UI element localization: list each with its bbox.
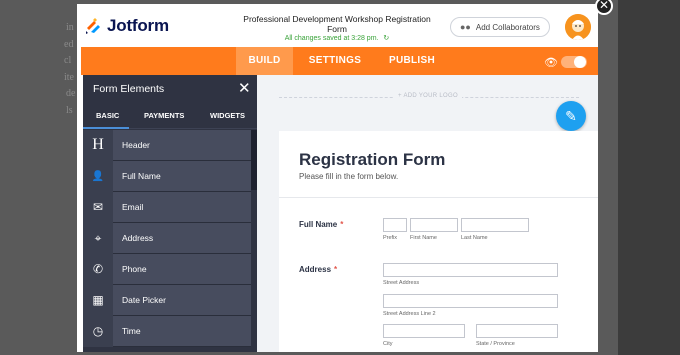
- element-label: Header: [122, 140, 150, 150]
- save-status: All changes saved at 3:28 pm. ↻: [237, 34, 437, 42]
- clock-icon: ◷: [83, 315, 113, 347]
- element-label: Phone: [122, 264, 147, 274]
- form-designer-button[interactable]: ✎: [556, 101, 586, 131]
- paint-roller-icon: ✎: [565, 107, 577, 124]
- tab-publish[interactable]: PUBLISH: [383, 47, 441, 75]
- element-label: Time: [122, 326, 141, 336]
- save-status-text: All changes saved at 3:28 pm.: [284, 35, 379, 42]
- element-header[interactable]: H Header: [83, 129, 251, 161]
- backdrop-right-pane: [618, 0, 680, 355]
- toggle-knob: [574, 56, 586, 68]
- street-address-line2-input[interactable]: [383, 294, 558, 308]
- state-sublabel: State / Province: [476, 341, 515, 347]
- panel-header: Form Elements ✕: [83, 75, 257, 102]
- element-label: Email: [122, 202, 144, 212]
- divider: [279, 197, 598, 198]
- envelope-icon: ✉: [83, 191, 113, 223]
- tab-widgets[interactable]: WIDGETS: [210, 111, 245, 120]
- element-label: Date Picker: [122, 295, 166, 305]
- street-address-line2-sublabel: Street Address Line 2: [383, 311, 436, 317]
- builder-modal: Jotform Professional Development Worksho…: [77, 4, 598, 352]
- jotform-logo[interactable]: Jotform: [85, 16, 169, 36]
- backdrop-text: ls: [66, 105, 73, 116]
- backdrop-text: de: [66, 88, 76, 99]
- backdrop-text: ed: [64, 39, 74, 50]
- element-email[interactable]: ✉ Email: [83, 191, 251, 223]
- element-date-picker[interactable]: ▦ Date Picker: [83, 284, 251, 316]
- full-name-label-text: Full Name: [299, 220, 338, 229]
- backdrop-text: ite: [64, 72, 74, 83]
- prefix-sublabel: Prefix: [383, 235, 398, 241]
- add-collaborators-label: Add Collaborators: [475, 22, 540, 32]
- form-card: Registration Form Please fill in the for…: [279, 131, 598, 352]
- street-address-input[interactable]: [383, 263, 558, 277]
- person-icon: 👤: [83, 160, 113, 192]
- city-input[interactable]: [383, 324, 465, 338]
- prefix-input[interactable]: [383, 218, 407, 232]
- avatar[interactable]: [565, 14, 591, 40]
- builder-nav: BUILD SETTINGS PUBLISH 👁: [81, 47, 598, 75]
- add-logo-label: + ADD YOUR LOGO: [394, 93, 462, 99]
- form-title[interactable]: Professional Development Workshop Regist…: [237, 14, 437, 34]
- first-name-sublabel: First Name: [410, 235, 437, 241]
- street-address-sublabel: Street Address: [383, 280, 420, 286]
- add-collaborators-button[interactable]: ●● Add Collaborators: [450, 17, 550, 37]
- tab-basic[interactable]: BASIC: [96, 111, 119, 120]
- preview-toggle[interactable]: [561, 56, 587, 68]
- address-label-text: Address: [299, 265, 332, 274]
- tab-settings[interactable]: SETTINGS: [303, 47, 367, 75]
- required-mark: *: [334, 265, 338, 274]
- add-logo-area[interactable]: + ADD YOUR LOGO: [279, 93, 579, 99]
- last-name-sublabel: Last Name: [461, 235, 488, 241]
- phone-icon: ✆: [83, 253, 113, 285]
- panel-tabs: BASIC PAYMENTS WIDGETS: [83, 102, 257, 129]
- backdrop-text: in: [66, 22, 74, 33]
- element-label: Full Name: [122, 171, 161, 181]
- element-label: Address: [122, 233, 154, 243]
- form-subheading[interactable]: Please fill in the form below.: [299, 172, 398, 181]
- form-canvas: + ADD YOUR LOGO ✎ Registration Form Plea…: [257, 75, 598, 352]
- tab-build[interactable]: BUILD: [236, 47, 293, 75]
- form-elements-panel: Form Elements ✕ BASIC PAYMENTS WIDGETS H…: [83, 75, 257, 352]
- state-input[interactable]: [476, 324, 558, 338]
- jotform-logo-icon: [86, 18, 100, 34]
- element-full-name[interactable]: 👤 Full Name: [83, 160, 251, 192]
- tab-payments[interactable]: PAYMENTS: [144, 111, 184, 120]
- full-name-label[interactable]: Full Name *: [299, 220, 343, 229]
- city-sublabel: City: [383, 341, 393, 347]
- top-header: Jotform Professional Development Worksho…: [77, 4, 598, 47]
- backdrop-text: cl: [64, 55, 72, 66]
- map-pin-icon: ⌖: [83, 222, 113, 254]
- element-time[interactable]: ◷ Time: [83, 315, 251, 347]
- panel-title: Form Elements: [93, 83, 165, 95]
- heading-icon: H: [83, 129, 113, 161]
- avatar-image: [565, 14, 591, 40]
- element-list: H Header 👤 Full Name ✉ Email ⌖ Address ✆…: [83, 129, 251, 347]
- element-phone[interactable]: ✆ Phone: [83, 253, 251, 285]
- form-heading[interactable]: Registration Form: [299, 150, 445, 170]
- undo-icon[interactable]: ↻: [383, 35, 389, 42]
- calendar-icon: ▦: [83, 284, 113, 316]
- element-address[interactable]: ⌖ Address: [83, 222, 251, 254]
- first-name-input[interactable]: [410, 218, 458, 232]
- close-icon[interactable]: ✕: [238, 79, 251, 97]
- address-label[interactable]: Address *: [299, 265, 337, 274]
- required-mark: *: [340, 220, 344, 229]
- people-icon: ●●: [460, 22, 471, 32]
- brand-name: Jotform: [107, 16, 169, 35]
- eye-icon[interactable]: 👁: [544, 56, 558, 69]
- last-name-input[interactable]: [461, 218, 529, 232]
